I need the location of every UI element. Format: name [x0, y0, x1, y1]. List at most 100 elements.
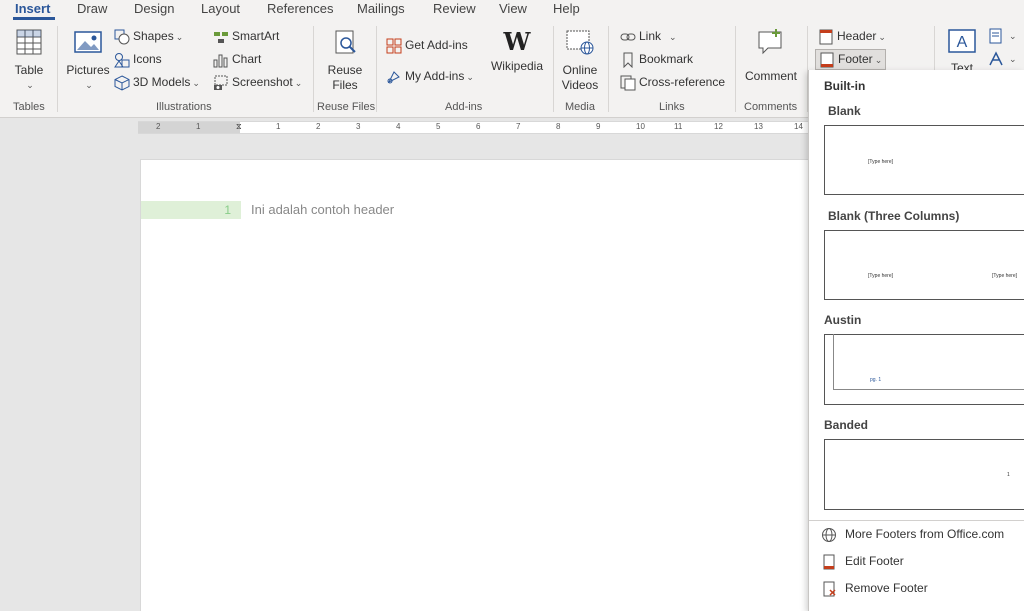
ruler-label: 4 [396, 122, 401, 131]
chevron-down-icon: ⌄ [466, 72, 474, 82]
tab-draw[interactable]: Draw [77, 0, 107, 17]
thumb-placeholder: [Type here] [868, 159, 894, 165]
tab-view[interactable]: View [499, 0, 527, 17]
tab-references[interactable]: References [267, 0, 333, 17]
bar-chart-icon [213, 54, 228, 68]
group-label-reuse-files: Reuse Files [317, 101, 376, 113]
svg-text:A: A [957, 34, 968, 51]
line-number: 1 [141, 201, 241, 219]
ruler-left-margin [138, 122, 240, 133]
text-box-icon: A [948, 29, 976, 53]
quick-parts-icon [989, 28, 1002, 44]
footer-option-blank[interactable]: [Type here] [824, 125, 1024, 195]
cross-reference-button[interactable]: Cross-reference [620, 73, 725, 91]
chevron-down-icon: ⌄ [1009, 31, 1017, 41]
tab-review[interactable]: Review [433, 0, 476, 17]
smartart-label: SmartArt [232, 29, 280, 43]
smartart-button[interactable]: SmartArt [213, 27, 279, 45]
ruler-label: 1 [276, 122, 281, 131]
pictures-icon [74, 31, 102, 53]
table-button[interactable]: Table ⌄ [10, 28, 48, 93]
footer-option-austin[interactable]: pg. 1 [824, 334, 1024, 405]
chevron-down-icon: ⌄ [85, 80, 93, 90]
group-separator [553, 26, 554, 112]
globe-icon [822, 527, 836, 542]
reuse-files-button[interactable]: Reuse Files [322, 28, 368, 93]
edit-footer-label: Edit Footer [845, 554, 904, 568]
ruler-label: 13 [754, 122, 763, 131]
screenshot-button[interactable]: Screenshot ⌄ [213, 73, 302, 91]
austin-frame [833, 334, 1024, 390]
wikipedia-icon: W [503, 27, 531, 56]
footer-button[interactable]: Footer ⌄ [815, 49, 887, 70]
comment-button[interactable]: Comment [741, 28, 801, 84]
thumb-page-number: pg. 1 [870, 377, 882, 383]
ruler-label: 2 [316, 122, 321, 131]
shapes-button[interactable]: Shapes ⌄ [114, 27, 183, 45]
chevron-down-icon: ⌄ [669, 32, 677, 42]
group-separator [57, 26, 58, 112]
online-videos-line1: Online [562, 63, 598, 77]
chart-button[interactable]: Chart [213, 50, 261, 68]
tab-layout[interactable]: Layout [201, 0, 240, 17]
my-addins-button[interactable]: My Add-ins ⌄ [386, 67, 474, 85]
store-icon [386, 38, 402, 54]
icons-button[interactable]: Icons [114, 50, 162, 68]
gallery-item-title: Austin [824, 313, 862, 327]
chevron-down-icon: ⌄ [878, 32, 886, 42]
ruler-label: 8 [556, 122, 561, 131]
get-addins-label: Get Add-ins [405, 38, 468, 52]
horizontal-ruler[interactable]: 2 1 ⧖ 1 2 3 4 5 6 7 8 9 10 11 12 13 14 [138, 121, 809, 134]
pictures-button[interactable]: Pictures ⌄ [64, 28, 112, 93]
tab-design[interactable]: Design [134, 0, 174, 17]
cross-reference-icon [620, 75, 636, 91]
ruler-label: 2 [156, 122, 161, 131]
edit-footer-item[interactable]: Edit Footer [821, 551, 904, 571]
remove-footer-label: Remove Footer [845, 581, 928, 595]
document-page[interactable]: 1 Ini adalah contoh header [140, 159, 808, 611]
tab-insert[interactable]: Insert [15, 0, 50, 17]
group-separator [608, 26, 609, 112]
group-label-links: Links [659, 101, 685, 113]
indent-marker-icon[interactable]: ⧖ [236, 122, 242, 132]
reuse-label-line1: Reuse [327, 63, 363, 77]
link-button[interactable]: Link ⌄ [620, 27, 677, 45]
screenshot-label: Screenshot [232, 75, 293, 89]
group-label-tables: Tables [13, 101, 45, 113]
group-separator [313, 26, 314, 112]
gallery-item-title: Blank [828, 104, 861, 118]
quick-parts-button[interactable]: ⌄ [988, 26, 1017, 44]
bookmark-button[interactable]: Bookmark [620, 50, 693, 68]
footer-option-banded[interactable]: 1 [824, 439, 1024, 510]
ruler-label: 5 [436, 122, 441, 131]
wordart-button[interactable]: ⌄ [988, 49, 1017, 67]
group-separator [376, 26, 377, 112]
footer-label: Footer [838, 52, 873, 66]
ruler-label: 7 [516, 122, 521, 131]
chevron-down-icon: ⌄ [1009, 54, 1017, 64]
pictures-label: Pictures [66, 63, 110, 77]
ruler-label: 6 [476, 122, 481, 131]
link-icon [620, 33, 636, 41]
header-button[interactable]: Header ⌄ [818, 27, 886, 45]
3d-models-button[interactable]: 3D Models ⌄ [114, 73, 200, 91]
wordart-icon [989, 51, 1003, 66]
new-comment-icon [758, 29, 782, 55]
get-addins-button[interactable]: Get Add-ins [386, 36, 468, 54]
more-footers-item[interactable]: More Footers from Office.com [821, 524, 1004, 544]
gallery-item-title: Blank (Three Columns) [828, 209, 960, 223]
thumb-placeholder: [Type here] [992, 273, 1018, 279]
link-label: Link [639, 29, 662, 43]
wikipedia-button[interactable]: W Wikipedia [489, 28, 545, 74]
online-videos-button[interactable]: Online Videos [560, 28, 600, 93]
remove-footer-item[interactable]: Remove Footer [821, 578, 928, 598]
header-text[interactable]: Ini adalah contoh header [251, 201, 394, 219]
comment-label: Comment [744, 69, 797, 83]
gallery-item-title: Banded [824, 418, 869, 432]
edit-footer-icon [823, 554, 835, 570]
footer-option-blank-three-columns[interactable]: [Type here] [Type here] [824, 230, 1024, 300]
text-box-button[interactable]: A Text [944, 28, 980, 72]
tab-mailings[interactable]: Mailings [357, 0, 405, 17]
ruler-label: 10 [636, 122, 645, 131]
tab-help[interactable]: Help [553, 0, 580, 17]
